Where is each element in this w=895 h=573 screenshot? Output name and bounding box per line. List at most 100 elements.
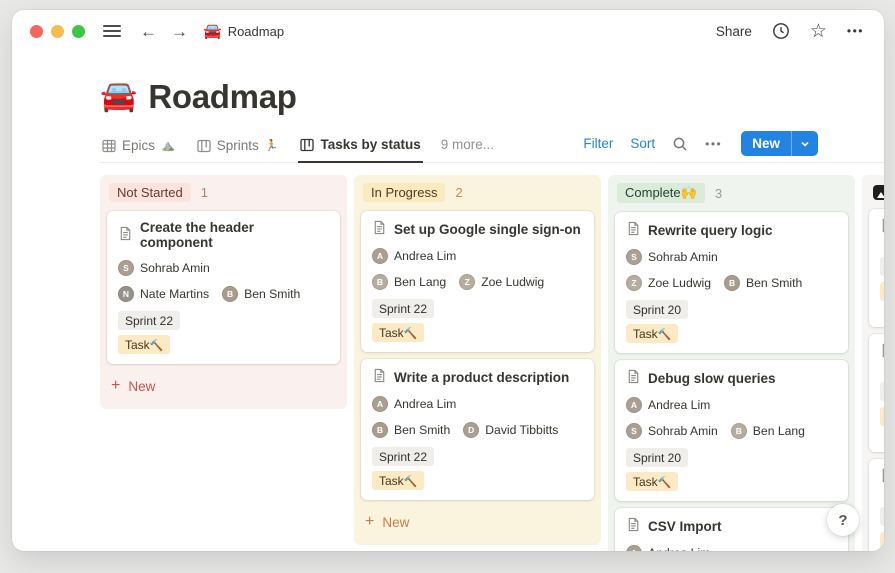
board-card[interactable]: Debug slow queries A Andrea Lim S Sohrab Ami… [615,360,848,501]
board-icon [197,139,211,153]
page-icon [118,226,133,244]
assignee: B Ben Lang [730,423,805,439]
sort-button[interactable]: Sort [630,136,655,151]
task-badge [880,407,884,426]
page-title: Roadmap [148,78,297,115]
assignee-name: Ben Lang [752,424,805,438]
column-header: Complete🙌 3 [613,181,850,212]
sprint-badge-row: Sprint 22 [372,447,583,466]
breadcrumb[interactable]: 🚘 Roadmap [203,24,284,39]
view-options-icon[interactable]: ••• [705,137,722,151]
task-badge-row: Task🔨 [372,323,583,342]
search-icon[interactable] [672,136,688,152]
more-views-button[interactable]: 9 more... [441,137,494,162]
avatar: B [724,275,741,291]
task-badge [880,532,884,551]
updates-clock-icon[interactable] [772,22,790,40]
assignee: B Ben Smith [724,275,802,291]
back-icon[interactable]: ← [133,23,164,40]
avatar: D [463,422,480,438]
page-icon-emoji[interactable]: 🚘 [100,82,137,112]
card-title-row: Debug slow queries [626,369,837,387]
card-title-text: CSV Import [648,518,722,534]
assignee: A Andrea Lim [372,248,456,264]
hammer-icon: 🔨 [149,339,164,352]
tab-sprints[interactable]: Sprints 🏃 [195,138,281,162]
assignee: N Nate Martins [118,286,209,302]
avatar: B [372,422,388,438]
status-badge[interactable]: Not Started [109,183,191,202]
add-card-button[interactable]: + New [105,371,342,401]
add-card-label: New [128,378,156,394]
new-button-label[interactable]: New [741,131,791,156]
assignee-row: A Andrea Lim [626,397,837,413]
sidebar-menu-icon[interactable] [103,25,121,37]
help-button[interactable]: ? [827,504,859,536]
assignee-row: A Andrea Lim [372,248,583,264]
forward-icon[interactable]: → [164,23,195,40]
tab-epics[interactable]: Epics ⛰️ [100,138,177,162]
assignee-name: Zoe Ludwig [648,276,712,290]
assignee: B Ben Smith [372,422,450,438]
new-button[interactable]: New [741,131,818,156]
avatar: B [730,423,747,439]
task-badge: Task🔨 [372,323,425,342]
status-badge[interactable]: In Progress [363,183,446,202]
more-options-icon[interactable]: ••• [847,24,864,38]
board: Not Started 1 Create the header component S… [100,175,884,551]
board-card[interactable]: CSV ImportAAndrea LimBBen LangZZoe Ludwi… [615,508,848,551]
filter-button[interactable]: Filter [583,136,613,151]
card-title-row [880,218,884,236]
zoom-window-button[interactable] [72,24,85,38]
new-dropdown-chevron-icon[interactable] [792,131,818,156]
minimize-window-button[interactable] [51,24,64,38]
assignee: A Andrea Lim [626,545,710,551]
share-button[interactable]: Share [716,24,752,39]
assignee-name: Ben Smith [746,276,803,290]
card-title-text: Rewrite query logic [648,222,773,238]
assignee-row: A Andrea Lim [372,396,583,412]
board-card-partial[interactable] [869,459,884,551]
traffic-lights [30,24,85,38]
task-badge-row: Task🔨 [626,472,837,491]
assignee: S Sohrab Amin [626,249,718,265]
column-header: Not Started 1 [105,181,342,211]
tab-emoji: ⛰️ [161,140,175,152]
assignee-name: Ben Smith [244,287,301,301]
status-badge[interactable]: Complete🙌 [617,183,705,203]
assignee-row: Z Zoe Ludwig B Ben Smith [626,275,837,291]
board-card-partial[interactable] [869,334,884,452]
assignee-name: Zoe Ludwig [481,275,545,289]
page-icon [880,468,884,486]
sprint-badge-row: Sprint 22 [372,299,583,318]
add-card-label: New [382,514,410,530]
card-title-text: Debug slow queries [648,370,776,386]
column-count: 3 [714,185,723,201]
board-card[interactable]: Set up Google single sign-on A Andrea Lim B… [361,211,594,352]
avatar: Z [459,274,476,290]
avatar: A [626,545,642,551]
add-card-button[interactable]: + New [359,507,596,537]
board-card[interactable]: Write a product description A Andrea Lim B B… [361,359,594,500]
avatar: A [372,248,388,264]
avatar: S [626,423,642,439]
card-title-text: Write a product description [394,369,570,385]
hammer-icon: 🔨 [403,475,418,488]
tab-tasks-by-status[interactable]: Tasks by status [298,137,423,163]
tab-emoji: 🏃 [264,140,279,152]
sprint-badge [880,382,884,401]
hammer-icon: 🔨 [657,328,672,341]
task-badge: Task🔨 [626,324,679,343]
task-badge-row: Task🔨 [372,471,583,490]
board-icon [300,138,315,152]
sprint-badge: Sprint 20 [626,448,689,467]
close-window-button[interactable] [30,24,43,38]
board-card[interactable]: Rewrite query logic S Sohrab Amin Z Zoe Ludw… [615,212,848,353]
board-card-partial[interactable] [869,209,884,327]
card-title-row: Set up Google single sign-on [372,220,583,238]
board-card[interactable]: Create the header component S Sohrab Amin N… [107,211,340,364]
assignee-row: A Andrea Lim [626,545,837,551]
page-emoji-small: 🚘 [203,22,222,40]
favorite-star-icon[interactable]: ☆ [810,22,827,41]
tab-label: Tasks by status [320,137,421,152]
